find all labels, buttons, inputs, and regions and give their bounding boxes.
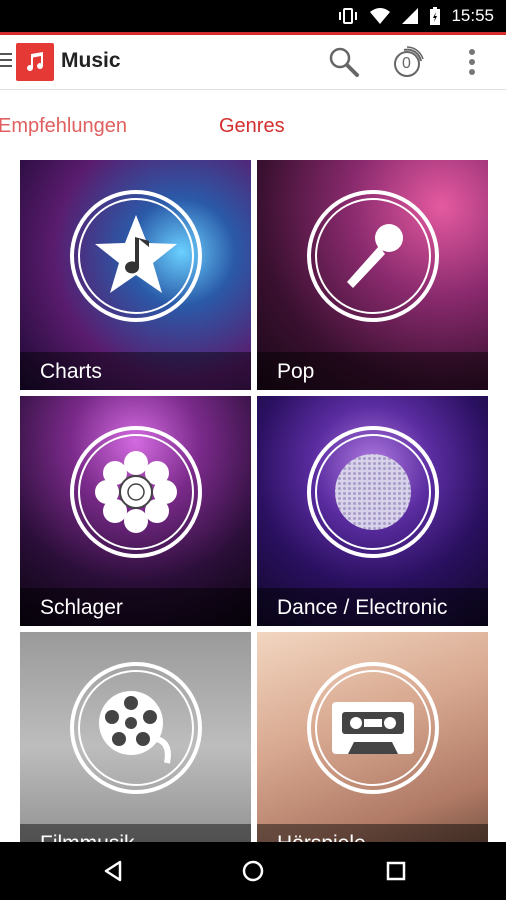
microphone-icon bbox=[346, 224, 403, 288]
back-button[interactable] bbox=[98, 856, 128, 886]
tab-empfehlungen[interactable]: Empfehlungen bbox=[0, 115, 127, 138]
vibrate-icon bbox=[339, 8, 358, 24]
tab-genres[interactable]: Genres bbox=[219, 115, 285, 138]
app-bar: Music 0 bbox=[0, 35, 506, 90]
search-icon bbox=[329, 47, 359, 77]
genre-label: Pop bbox=[277, 360, 315, 383]
genre-tile-dance-electronic[interactable]: Dance / Electronic bbox=[257, 396, 488, 626]
genre-tile-charts[interactable]: Charts bbox=[20, 160, 251, 390]
flower-icon bbox=[94, 451, 177, 533]
genre-tile-filmmusik[interactable]: Filmmusik bbox=[20, 632, 251, 862]
genre-label: Dance / Electronic bbox=[277, 596, 448, 619]
download-count-badge: 0 bbox=[402, 55, 411, 72]
genre-label: Schlager bbox=[40, 596, 123, 619]
home-button[interactable] bbox=[238, 856, 268, 886]
status-time: 15:55 bbox=[451, 6, 494, 25]
genre-tile-hoerspiele[interactable]: Hörspiele bbox=[257, 632, 488, 862]
recents-button[interactable] bbox=[381, 856, 411, 886]
star-music-note-icon bbox=[94, 215, 177, 293]
back-triangle-icon bbox=[104, 860, 122, 882]
status-bar: 15:55 bbox=[0, 0, 506, 32]
recents-square-icon bbox=[386, 861, 406, 881]
disco-ball-icon bbox=[334, 454, 411, 530]
music-note-icon bbox=[27, 52, 44, 72]
more-vert-icon bbox=[469, 49, 475, 75]
app-title: Music bbox=[61, 49, 121, 72]
search-button[interactable] bbox=[327, 45, 361, 79]
genre-tile-pop[interactable]: Pop bbox=[257, 160, 488, 390]
tab-bar: Empfehlungen Genres bbox=[0, 90, 506, 160]
hamburger-menu-icon[interactable] bbox=[0, 53, 12, 71]
app-logo[interactable] bbox=[16, 43, 54, 81]
downloads-button[interactable]: 0 bbox=[390, 45, 424, 79]
wifi-icon bbox=[370, 8, 391, 24]
signal-icon bbox=[402, 8, 419, 24]
home-circle-icon bbox=[242, 860, 264, 882]
film-reel-icon bbox=[98, 691, 171, 764]
genre-tile-schlager[interactable]: Schlager bbox=[20, 396, 251, 626]
genre-label: Charts bbox=[40, 360, 102, 383]
system-nav-bar bbox=[0, 842, 506, 900]
cassette-icon bbox=[331, 702, 414, 754]
battery-icon bbox=[430, 7, 441, 25]
overflow-menu-button[interactable] bbox=[455, 45, 489, 79]
